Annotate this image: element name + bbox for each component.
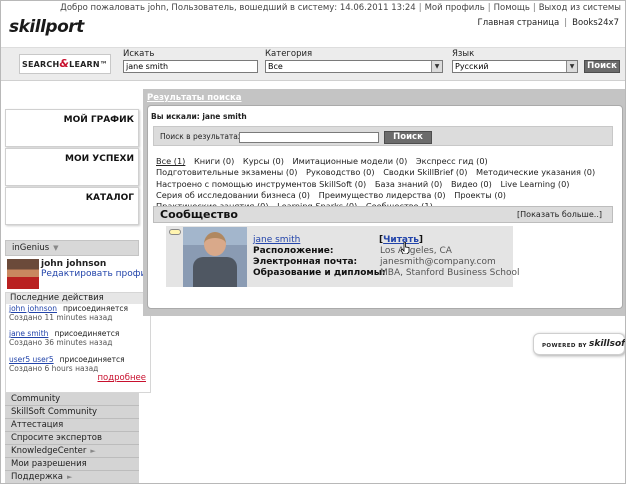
- activity-user-link[interactable]: jane smith: [9, 329, 48, 338]
- hand-cursor-icon: [401, 242, 410, 254]
- recent-activity-header: Последние действия: [6, 293, 152, 304]
- header: skillport Добро пожаловать john, Пользов…: [1, 1, 625, 47]
- skillsoft-logo: skillsoft: [589, 339, 626, 349]
- email-label: Электронная почта:: [253, 257, 358, 267]
- welcome-text: Добро пожаловать john, Пользователь, вош…: [60, 3, 416, 13]
- activity-time: Создано 11 minutes назад: [9, 313, 113, 322]
- activity-time: Создано 36 minutes назад: [9, 338, 113, 347]
- filter-express-guide[interactable]: Экспресс гид (0): [416, 156, 488, 166]
- filter-knowledge-base[interactable]: База знаний (0): [375, 179, 443, 189]
- activity-user-link[interactable]: john johnson: [9, 304, 57, 313]
- filter-custom-content[interactable]: Настроено с помощью инструментов SkillSo…: [156, 179, 366, 189]
- home-link[interactable]: Главная страница: [478, 18, 560, 28]
- query-label: Искать: [123, 49, 155, 59]
- sidebar-item-knowledgecenter[interactable]: KnowledgeCenter ►: [5, 445, 139, 458]
- sidebar-item-support[interactable]: Поддержка ►: [5, 471, 139, 483]
- list-item: john johnson присоединяется: [9, 304, 128, 313]
- search-learn-logo: SEARCH&LEARN™: [19, 54, 111, 74]
- community-section-header: Сообщество [Показать больше..]: [153, 206, 613, 223]
- refine-search-button[interactable]: Поиск: [384, 131, 432, 144]
- chevron-right-icon: ►: [66, 473, 73, 481]
- filter-guides[interactable]: Руководство (0): [306, 167, 375, 177]
- person-photo[interactable]: [183, 227, 247, 287]
- list-item: jane smith присоединяется: [9, 329, 120, 338]
- books24x7-link[interactable]: Books24x7: [572, 18, 619, 28]
- filter-skillbrief[interactable]: Сводки SkillBrief (0): [383, 167, 467, 177]
- filter-all[interactable]: Все (1): [156, 156, 185, 166]
- location-value: Los Angeles, CA: [380, 246, 452, 256]
- app-window: skillport Добро пожаловать john, Пользов…: [0, 0, 626, 484]
- sidebar-item-community[interactable]: Community: [5, 393, 139, 406]
- filter-leadership[interactable]: Преимущество лидерства (0): [319, 190, 446, 200]
- person-name-link[interactable]: jane smith: [253, 235, 300, 245]
- welcome-bar: Добро пожаловать john, Пользователь, вош…: [60, 3, 621, 13]
- searched-for: Вы искали: jane smith: [151, 112, 247, 121]
- nav-my-progress[interactable]: МОИ УСПЕХИ: [5, 148, 139, 186]
- sidebar-item-permissions[interactable]: Мои разрешения: [5, 458, 139, 471]
- education-label: Образование и дипломы:: [253, 268, 386, 278]
- refine-label: Поиск в результатах: [160, 132, 243, 141]
- list-item: user5 user5 присоединяется: [9, 355, 125, 364]
- filter-projects[interactable]: Проекты (0): [454, 190, 506, 200]
- ingenius-header[interactable]: inGenius ▼: [5, 240, 139, 256]
- sidebar-item-ask-experts[interactable]: Спросите экспертов: [5, 432, 139, 445]
- powered-by-badge: POWERED BY skillsoft: [533, 333, 625, 355]
- nav-catalog[interactable]: КАТАЛОГ: [5, 187, 139, 225]
- activity-time: Создано 6 hours назад: [9, 364, 99, 373]
- community-title: Сообщество: [160, 208, 238, 221]
- category-label: Категория: [265, 49, 313, 59]
- chevron-right-icon: ►: [90, 447, 96, 455]
- logout-link[interactable]: Выход из системы: [539, 3, 621, 13]
- my-profile-link[interactable]: Мой профиль: [425, 3, 485, 13]
- skillport-logo[interactable]: skillport: [9, 17, 84, 37]
- profile-name: john johnson: [41, 259, 107, 269]
- refine-input[interactable]: [239, 132, 379, 143]
- email-value: janesmith@company.com: [380, 257, 496, 267]
- show-more-link[interactable]: [Показать больше..]: [517, 210, 602, 219]
- location-label: Расположение:: [253, 246, 334, 256]
- top-nav: Главная страница | Books24x7: [477, 18, 619, 28]
- sidebar-item-certification[interactable]: Аттестация: [5, 419, 139, 432]
- filter-job-aids[interactable]: Методические указания (0): [476, 167, 595, 177]
- help-link[interactable]: Помощь: [494, 3, 530, 13]
- search-input[interactable]: jane smith: [123, 60, 258, 73]
- filter-courses[interactable]: Курсы (0): [243, 156, 284, 166]
- chevron-down-icon: ▼: [431, 61, 442, 72]
- language-select[interactable]: Русский ▼: [452, 60, 578, 73]
- recent-activity: Последние действия john johnson присоедин…: [5, 292, 152, 393]
- pin-icon[interactable]: [169, 229, 181, 235]
- avatar[interactable]: [7, 259, 39, 289]
- language-label: Язык: [452, 49, 475, 59]
- refine-search: Поиск в результатах: [153, 126, 613, 146]
- sidebar-item-skillsoft-community[interactable]: SkillSoft Community: [5, 406, 139, 419]
- filter-simulations[interactable]: Имитационные модели (0): [293, 156, 408, 166]
- edit-profile-link[interactable]: Редактировать профиль: [41, 269, 157, 279]
- tab-search-results[interactable]: Результаты поиска: [147, 93, 242, 103]
- nav-my-schedule[interactable]: МОЙ ГРАФИК: [5, 109, 139, 147]
- filter-live-learning[interactable]: Live Learning (0): [500, 179, 569, 189]
- powered-by-text: POWERED BY: [542, 343, 587, 349]
- category-filters: Все (1) Книги (0) Курсы (0) Имитационные…: [156, 156, 614, 212]
- chevron-down-icon: ▼: [53, 244, 59, 252]
- category-select[interactable]: Все ▼: [265, 60, 443, 73]
- filter-prep-exams[interactable]: Подготовительные экзамены (0): [156, 167, 297, 177]
- filter-books[interactable]: Книги (0): [194, 156, 234, 166]
- filter-video[interactable]: Видео (0): [451, 179, 492, 189]
- more-activity-link[interactable]: подробнее: [98, 373, 147, 383]
- education-value: MBA, Stanford Business School: [380, 268, 520, 278]
- chevron-down-icon: ▼: [566, 61, 577, 72]
- activity-user-link[interactable]: user5 user5: [9, 355, 54, 364]
- search-button[interactable]: Поиск: [584, 60, 620, 73]
- filter-business-series[interactable]: Серия об исследовании бизнеса (0): [156, 190, 310, 200]
- user-profile: john johnson Редактировать профиль: [5, 257, 157, 291]
